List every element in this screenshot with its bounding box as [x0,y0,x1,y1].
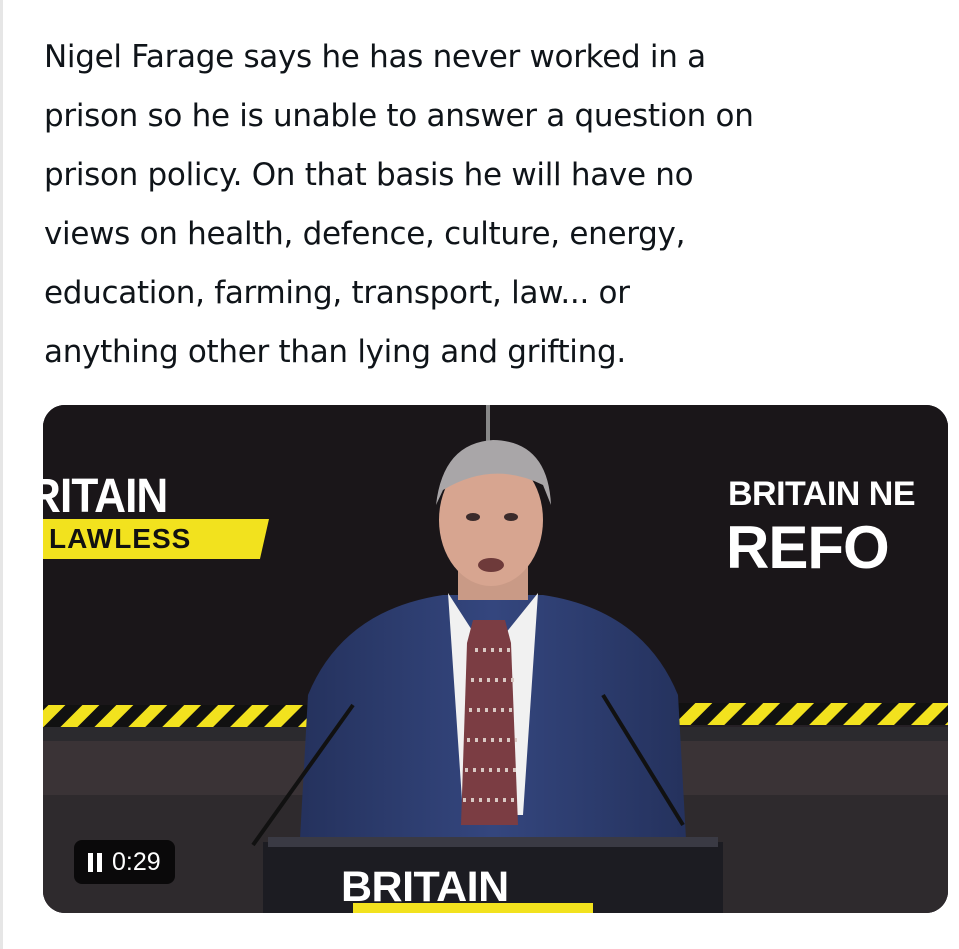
backdrop-sign-left-banner: LAWLESS [43,519,269,559]
embedded-video[interactable]: RITAIN LAWLESS BRITAIN NE REFO BRITAIN 0… [43,405,948,913]
post-line: anything other than lying and grifting. [44,334,626,370]
pause-icon[interactable] [88,852,102,872]
post-line: prison policy. On that basis he will hav… [44,157,694,193]
post-text: Nigel Farage says he has never worked in… [44,28,950,382]
podium-sign: BRITAIN [341,863,509,911]
left-divider [0,0,3,949]
backdrop-sign-right-top: BRITAIN NE [728,475,916,513]
video-playback-badge[interactable]: 0:29 [74,840,175,884]
video-timestamp: 0:29 [112,847,161,876]
post-line: views on health, defence, culture, energ… [44,216,686,252]
post-line: education, farming, transport, law... or [44,275,630,311]
post-line: Nigel Farage says he has never worked in… [44,39,706,75]
post-line: prison so he is unable to answer a quest… [44,98,754,134]
backdrop-sign-left-top: RITAIN [43,470,168,523]
backdrop-sign-right-logo: REFO [726,514,890,581]
